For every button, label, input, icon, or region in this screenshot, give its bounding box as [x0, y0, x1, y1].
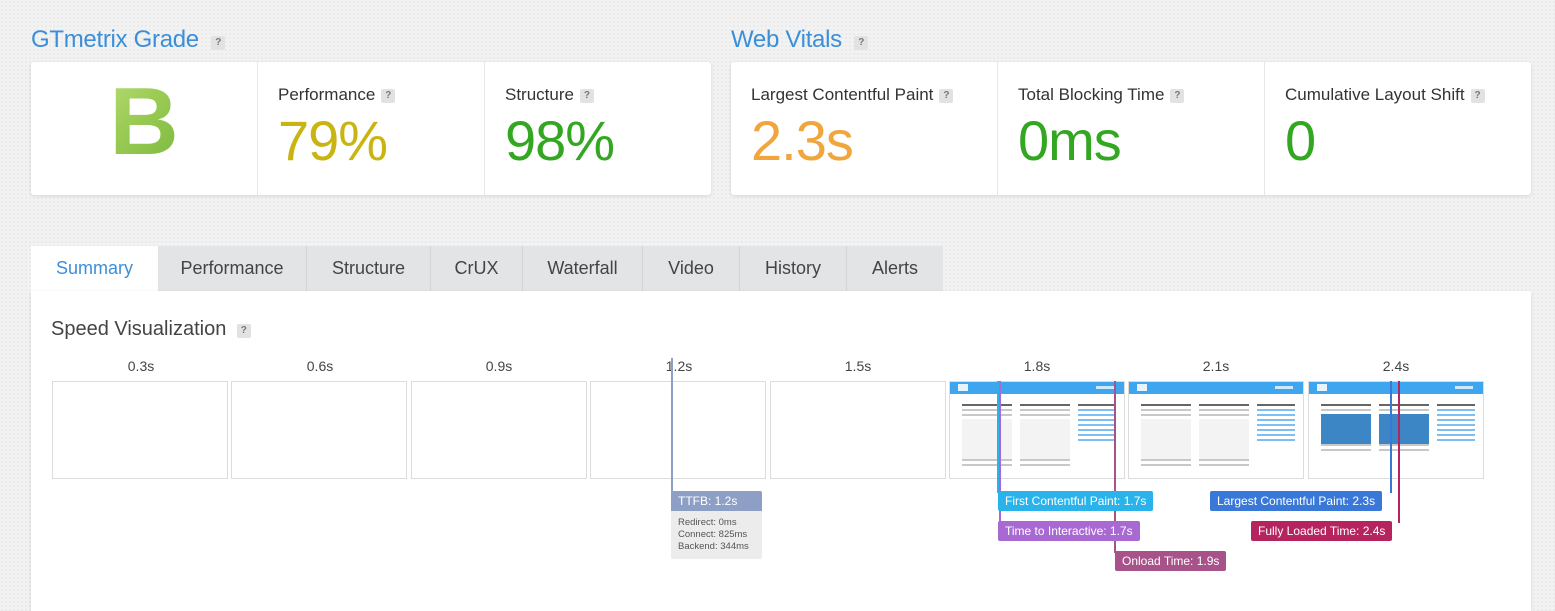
first-contentful-paint-marker: First Contentful Paint: 1.7s [998, 491, 1154, 511]
filmstrip-frame-rendered[interactable] [1128, 381, 1304, 479]
fully-loaded-time-marker: Fully Loaded Time: 2.4s [1251, 521, 1393, 541]
speed-visualization-help-icon[interactable]: ? [236, 323, 251, 338]
onload-time-marker: Onload Time: 1.9s [1115, 551, 1227, 571]
tab-performance[interactable]: Performance [158, 246, 307, 291]
web-vitals-title: Web Vitals [731, 26, 842, 53]
grade-card: B Performance? 79% Structure? 98% [31, 62, 711, 195]
filmstrip-frame-blank[interactable] [231, 381, 407, 479]
tab-waterfall[interactable]: Waterfall [523, 246, 643, 291]
lcp-line [1390, 381, 1392, 493]
filmstrip-frame-rendered[interactable] [949, 381, 1125, 479]
filmstrip-frame-blank[interactable] [52, 381, 228, 479]
performance-metric: Performance? 79% [257, 62, 484, 195]
timeline-tick: 1.5s [844, 358, 872, 374]
report-tabs: Summary Performance Structure CrUX Water… [31, 246, 943, 291]
cls-label: Cumulative Layout Shift [1285, 85, 1465, 104]
timeline-tick: 1.8s [1023, 358, 1051, 374]
vitals-help-icon[interactable]: ? [854, 35, 869, 50]
timeline-tick: 0.3s [127, 358, 155, 374]
grade-help-icon[interactable]: ? [211, 35, 226, 50]
lcp-value: 2.3s [751, 109, 854, 172]
grade-letter: B [31, 74, 257, 170]
speed-visualization-title: Speed Visualization [51, 318, 227, 340]
ttfb-label: TTFB: 1.2s [671, 491, 762, 511]
structure-metric: Structure? 98% [484, 62, 712, 195]
lcp-metric: Largest Contentful Paint? 2.3s [731, 62, 997, 195]
menu-icon [1096, 386, 1114, 389]
tbt-value: 0ms [1018, 109, 1122, 172]
lcp-help-icon[interactable]: ? [939, 88, 954, 103]
menu-icon [1455, 386, 1473, 389]
ttfb-backend: Backend: 344ms [678, 541, 749, 552]
tab-video[interactable]: Video [643, 246, 740, 291]
ttfb-line [671, 358, 673, 492]
web-vitals-card: Largest Contentful Paint? 2.3s Total Blo… [731, 62, 1531, 195]
structure-label: Structure [505, 85, 574, 104]
tab-summary[interactable]: Summary [31, 246, 158, 291]
site-logo-icon [958, 384, 968, 391]
tbt-label: Total Blocking Time [1018, 85, 1165, 104]
tab-alerts[interactable]: Alerts [847, 246, 943, 291]
timeline-tick: 2.4s [1382, 358, 1410, 374]
tab-history[interactable]: History [740, 246, 847, 291]
time-to-interactive-marker: Time to Interactive: 1.7s [998, 521, 1140, 541]
ttfb-details: TTFB: 1.2s Redirect: 0ms Connect: 825ms … [671, 491, 762, 559]
cls-value: 0 [1285, 109, 1316, 172]
site-logo-icon [1137, 384, 1147, 391]
filmstrip-frame-blank[interactable] [411, 381, 587, 479]
cls-help-icon[interactable]: ? [1470, 88, 1485, 103]
fully-loaded-line [1398, 381, 1400, 523]
timeline-tick: 0.9s [485, 358, 513, 374]
timeline-tick: 0.6s [306, 358, 334, 374]
grade-cell: B [31, 62, 257, 195]
tab-crux[interactable]: CrUX [431, 246, 523, 291]
site-logo-icon [1317, 384, 1327, 391]
largest-contentful-paint-marker: Largest Contentful Paint: 2.3s [1210, 491, 1383, 511]
web-vitals-header: Web Vitals ? [731, 26, 869, 54]
timeline-tick: 1.2s [665, 358, 693, 374]
filmstrip-frame-blank[interactable] [590, 381, 766, 479]
filmstrip-frame-blank[interactable] [770, 381, 946, 479]
filmstrip-frame-rendered[interactable] [1308, 381, 1484, 479]
performance-label: Performance [278, 85, 376, 104]
performance-value: 79% [278, 109, 388, 172]
speed-visualization-header: Speed Visualization ? [51, 318, 251, 341]
gtmetrix-grade-header: GTmetrix Grade ? [31, 26, 226, 54]
structure-value: 98% [505, 109, 615, 172]
ttfb-connect: Connect: 825ms [678, 529, 748, 540]
tbt-metric: Total Blocking Time? 0ms [997, 62, 1265, 195]
menu-icon [1275, 386, 1293, 389]
tbt-help-icon[interactable]: ? [1170, 88, 1185, 103]
timeline-tick: 2.1s [1202, 358, 1230, 374]
structure-help-icon[interactable]: ? [579, 88, 594, 103]
gtmetrix-grade-title: GTmetrix Grade [31, 26, 199, 53]
performance-help-icon[interactable]: ? [381, 88, 396, 103]
ttfb-redirect: Redirect: 0ms [678, 517, 737, 528]
lcp-label: Largest Contentful Paint [751, 85, 934, 104]
tab-structure[interactable]: Structure [307, 246, 431, 291]
cls-metric: Cumulative Layout Shift? 0 [1264, 62, 1532, 195]
